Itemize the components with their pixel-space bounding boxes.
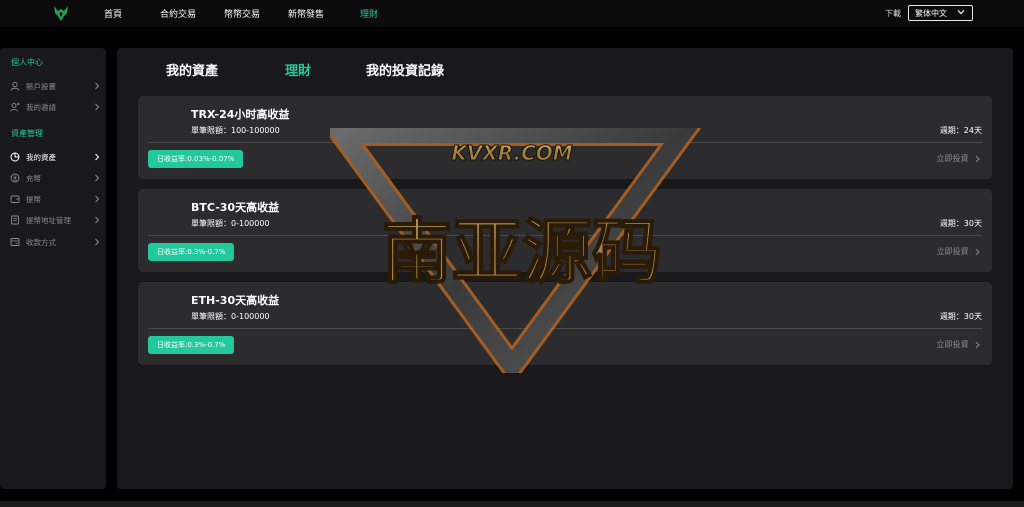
chevron-right-icon bbox=[95, 174, 100, 182]
product-period: 週期：24天 bbox=[939, 126, 982, 135]
nav-wealth-management[interactable]: 理財 bbox=[360, 7, 378, 20]
chevron-down-icon bbox=[957, 10, 965, 15]
product-limit: 單筆限額：0-100000 bbox=[191, 312, 270, 321]
sidebar-item-label: 提幣地址管理 bbox=[26, 216, 71, 225]
chevron-right-icon bbox=[95, 103, 100, 111]
product-title: ETH-30天高收益 bbox=[191, 294, 280, 307]
main-panel: 我的資產 理財 我的投資記錄 TRX-24小时高收益 單筆限額：100-1000… bbox=[117, 48, 1013, 489]
chevron-right-icon bbox=[975, 341, 980, 348]
sidebar-item-withdraw[interactable]: 提幣 bbox=[10, 193, 102, 207]
sidebar-heading-asset-management: 資產管理 bbox=[11, 129, 43, 138]
product-card-trx: TRX-24小时高收益 單筆限額：100-100000 週期：24天 日收益率:… bbox=[138, 96, 992, 179]
nav-home[interactable]: 首頁 bbox=[104, 7, 122, 20]
tab-investment-records[interactable]: 我的投資記錄 bbox=[366, 60, 444, 79]
divider bbox=[148, 328, 982, 329]
product-limit: 單筆限額：100-100000 bbox=[191, 126, 280, 135]
chevron-right-icon bbox=[95, 216, 100, 224]
sidebar-item-label: 收款方式 bbox=[26, 238, 56, 247]
sidebar-item-my-assets[interactable]: 我的資產 bbox=[10, 151, 102, 165]
top-navbar: 首頁 合約交易 幣幣交易 新幣發售 理財 下載 繁体中文 bbox=[0, 0, 1024, 27]
chevron-right-icon bbox=[975, 155, 980, 162]
invest-now-button[interactable]: 立即投資 bbox=[936, 246, 981, 257]
tab-my-assets[interactable]: 我的資產 bbox=[166, 60, 218, 79]
product-title: TRX-24小时高收益 bbox=[191, 108, 290, 121]
chevron-right-icon bbox=[95, 82, 100, 90]
product-card-btc: BTC-30天高收益 單筆限額：0-100000 週期：30天 日收益率:0.3… bbox=[138, 189, 992, 272]
invest-now-label: 立即投資 bbox=[936, 340, 969, 349]
invite-icon bbox=[10, 102, 20, 112]
sidebar: 個人中心 賬戶設置 我的邀請 資產管理 我的資產 充幣 提幣 提幣地址管理 收款… bbox=[0, 48, 106, 489]
sidebar-item-withdrawal-address-management[interactable]: 提幣地址管理 bbox=[10, 214, 102, 228]
nav-spot-trading[interactable]: 幣幣交易 bbox=[224, 7, 260, 20]
nav-contract-trading[interactable]: 合約交易 bbox=[160, 7, 196, 20]
withdraw-icon bbox=[10, 195, 20, 203]
payment-icon bbox=[10, 238, 20, 246]
sidebar-item-payment-methods[interactable]: 收款方式 bbox=[10, 236, 102, 250]
daily-rate-badge: 日收益率:0.03%-0.07% bbox=[148, 150, 244, 168]
product-card-eth: ETH-30天高收益 單筆限額：0-100000 週期：30天 日收益率:0.3… bbox=[138, 282, 992, 365]
product-period: 週期：30天 bbox=[939, 312, 982, 321]
bottom-strip bbox=[0, 501, 1024, 507]
nav-new-coin-sale[interactable]: 新幣發售 bbox=[288, 7, 324, 20]
invest-now-label: 立即投資 bbox=[936, 154, 969, 163]
divider bbox=[148, 142, 982, 143]
product-period: 週期：30天 bbox=[939, 219, 982, 228]
sidebar-item-label: 我的邀請 bbox=[26, 103, 56, 112]
sidebar-item-label: 賬戶設置 bbox=[26, 82, 56, 91]
chevron-right-icon bbox=[95, 153, 100, 161]
invest-now-button[interactable]: 立即投資 bbox=[936, 339, 981, 350]
sidebar-item-my-invitations[interactable]: 我的邀請 bbox=[10, 101, 102, 115]
invest-now-label: 立即投資 bbox=[936, 247, 969, 256]
chevron-right-icon bbox=[975, 248, 980, 255]
sidebar-item-account-settings[interactable]: 賬戶設置 bbox=[10, 80, 102, 94]
daily-rate-badge: 日收益率:0.3%-0.7% bbox=[148, 243, 235, 261]
daily-rate-badge: 日收益率:0.3%-0.7% bbox=[148, 336, 235, 354]
chevron-right-icon bbox=[95, 195, 100, 203]
address-book-icon bbox=[11, 215, 19, 225]
sidebar-item-label: 提幣 bbox=[26, 195, 41, 204]
deposit-icon bbox=[10, 173, 20, 183]
download-link[interactable]: 下載 bbox=[885, 8, 901, 19]
chevron-right-icon bbox=[95, 238, 100, 246]
sidebar-item-label: 充幣 bbox=[26, 174, 41, 183]
user-icon bbox=[10, 81, 20, 91]
sidebar-item-label: 我的資產 bbox=[26, 153, 56, 162]
sidebar-heading-personal-center: 個人中心 bbox=[11, 58, 43, 67]
invest-now-button[interactable]: 立即投資 bbox=[936, 153, 981, 164]
language-select[interactable]: 繁体中文 bbox=[908, 5, 973, 21]
pie-chart-icon bbox=[10, 152, 20, 162]
tab-wealth-management[interactable]: 理財 bbox=[285, 60, 311, 79]
language-select-value: 繁体中文 bbox=[915, 9, 947, 18]
logo-icon[interactable] bbox=[52, 4, 70, 22]
sidebar-item-deposit[interactable]: 充幣 bbox=[10, 172, 102, 186]
divider bbox=[148, 235, 982, 236]
product-limit: 單筆限額：0-100000 bbox=[191, 219, 270, 228]
product-title: BTC-30天高收益 bbox=[191, 201, 280, 214]
